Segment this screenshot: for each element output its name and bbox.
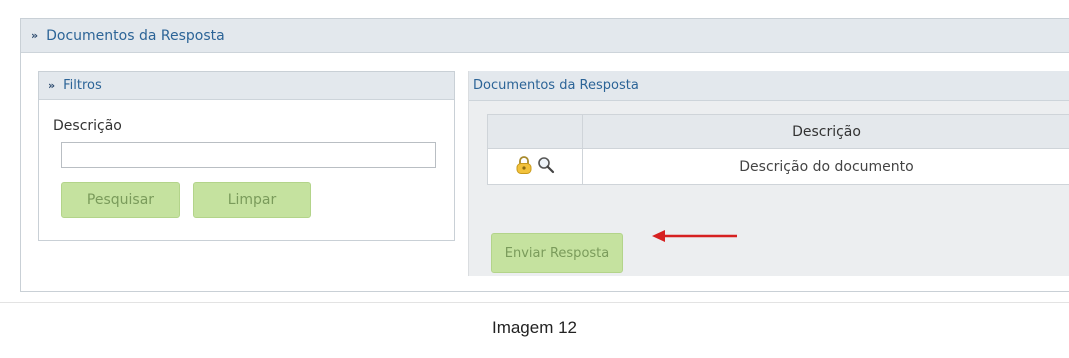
panel-title: Documentos da Resposta [46, 27, 225, 44]
collapse-chevron-icon[interactable]: » [31, 30, 38, 41]
descricao-label: Descrição [53, 118, 122, 134]
row-actions-cell [487, 148, 583, 185]
documentos-list-panel: Documentos da Resposta Descrição Descriç… [468, 71, 1069, 276]
documentos-list-title: Documentos da Resposta [473, 78, 639, 93]
documentos-list-header: Documentos da Resposta [469, 71, 1069, 101]
descricao-column-header[interactable]: Descrição [582, 114, 1069, 149]
limpar-button[interactable]: Limpar [193, 182, 311, 218]
image-caption: Imagem 12 [491, 318, 578, 337]
documento-descricao-cell[interactable]: Descrição do documento [582, 148, 1069, 185]
documentos-resposta-header[interactable]: » Documentos da Resposta [21, 19, 1069, 53]
lock-icon[interactable] [515, 155, 533, 179]
table-header-row: Descrição [487, 114, 1069, 149]
filtros-chevron-icon[interactable]: » [48, 80, 55, 91]
actions-column-header [487, 114, 583, 149]
caption-divider [0, 302, 1069, 303]
enviar-resposta-button[interactable]: Enviar Resposta [491, 233, 623, 273]
descricao-input[interactable] [61, 142, 436, 168]
pesquisar-button[interactable]: Pesquisar [61, 182, 180, 218]
filtros-title: Filtros [63, 78, 102, 93]
annotation-arrow-icon [652, 230, 737, 242]
table-row: Descrição do documento [487, 148, 1069, 185]
filtros-header[interactable]: » Filtros [39, 72, 454, 100]
documentos-resposta-panel: » Documentos da Resposta » Filtros Descr… [20, 18, 1069, 292]
filtros-panel: » Filtros Descrição Pesquisar Limpar [38, 71, 455, 241]
magnifier-icon[interactable] [537, 156, 555, 178]
documentos-table: Descrição Descrição do documento [487, 114, 1069, 185]
